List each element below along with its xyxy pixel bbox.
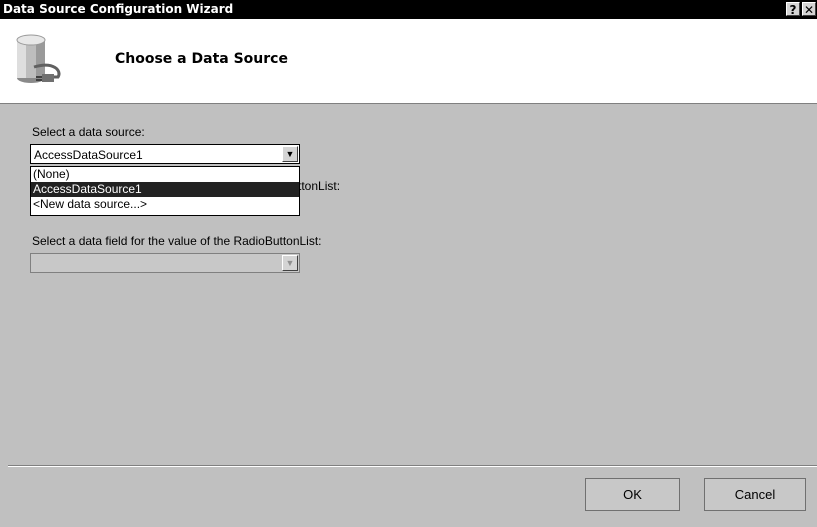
ok-button[interactable]: OK <box>585 478 680 511</box>
dropdown-option-accessdatasource1[interactable]: AccessDataSource1 <box>31 182 299 197</box>
window-title: Data Source Configuration Wizard <box>3 2 234 16</box>
chevron-down-icon[interactable]: ▼ <box>282 255 298 271</box>
data-source-dropdown-list[interactable]: (None) AccessDataSource1 <New data sourc… <box>30 166 300 216</box>
value-field-combobox[interactable]: ▼ <box>30 253 300 273</box>
wizard-header: Choose a Data Source <box>0 19 817 104</box>
title-bar: Data Source Configuration Wizard ? ✕ <box>0 0 817 19</box>
dropdown-option-new-data-source[interactable]: <New data source...> <box>31 197 299 212</box>
data-source-value: AccessDataSource1 <box>34 148 143 162</box>
footer-separator <box>8 465 817 467</box>
cancel-button[interactable]: Cancel <box>704 478 806 511</box>
page-title: Choose a Data Source <box>115 51 288 67</box>
database-plug-icon <box>14 31 70 96</box>
display-field-label: ttonList: <box>298 179 341 193</box>
help-button[interactable]: ? <box>786 2 800 17</box>
data-source-label: Select a data source: <box>32 125 145 139</box>
data-source-combobox[interactable]: AccessDataSource1 ▼ <box>30 144 300 164</box>
value-field-label: Select a data field for the value of the… <box>32 234 322 248</box>
chevron-down-icon[interactable]: ▼ <box>282 146 298 162</box>
close-button[interactable]: ✕ <box>802 2 816 17</box>
dropdown-option-none[interactable]: (None) <box>31 167 299 182</box>
